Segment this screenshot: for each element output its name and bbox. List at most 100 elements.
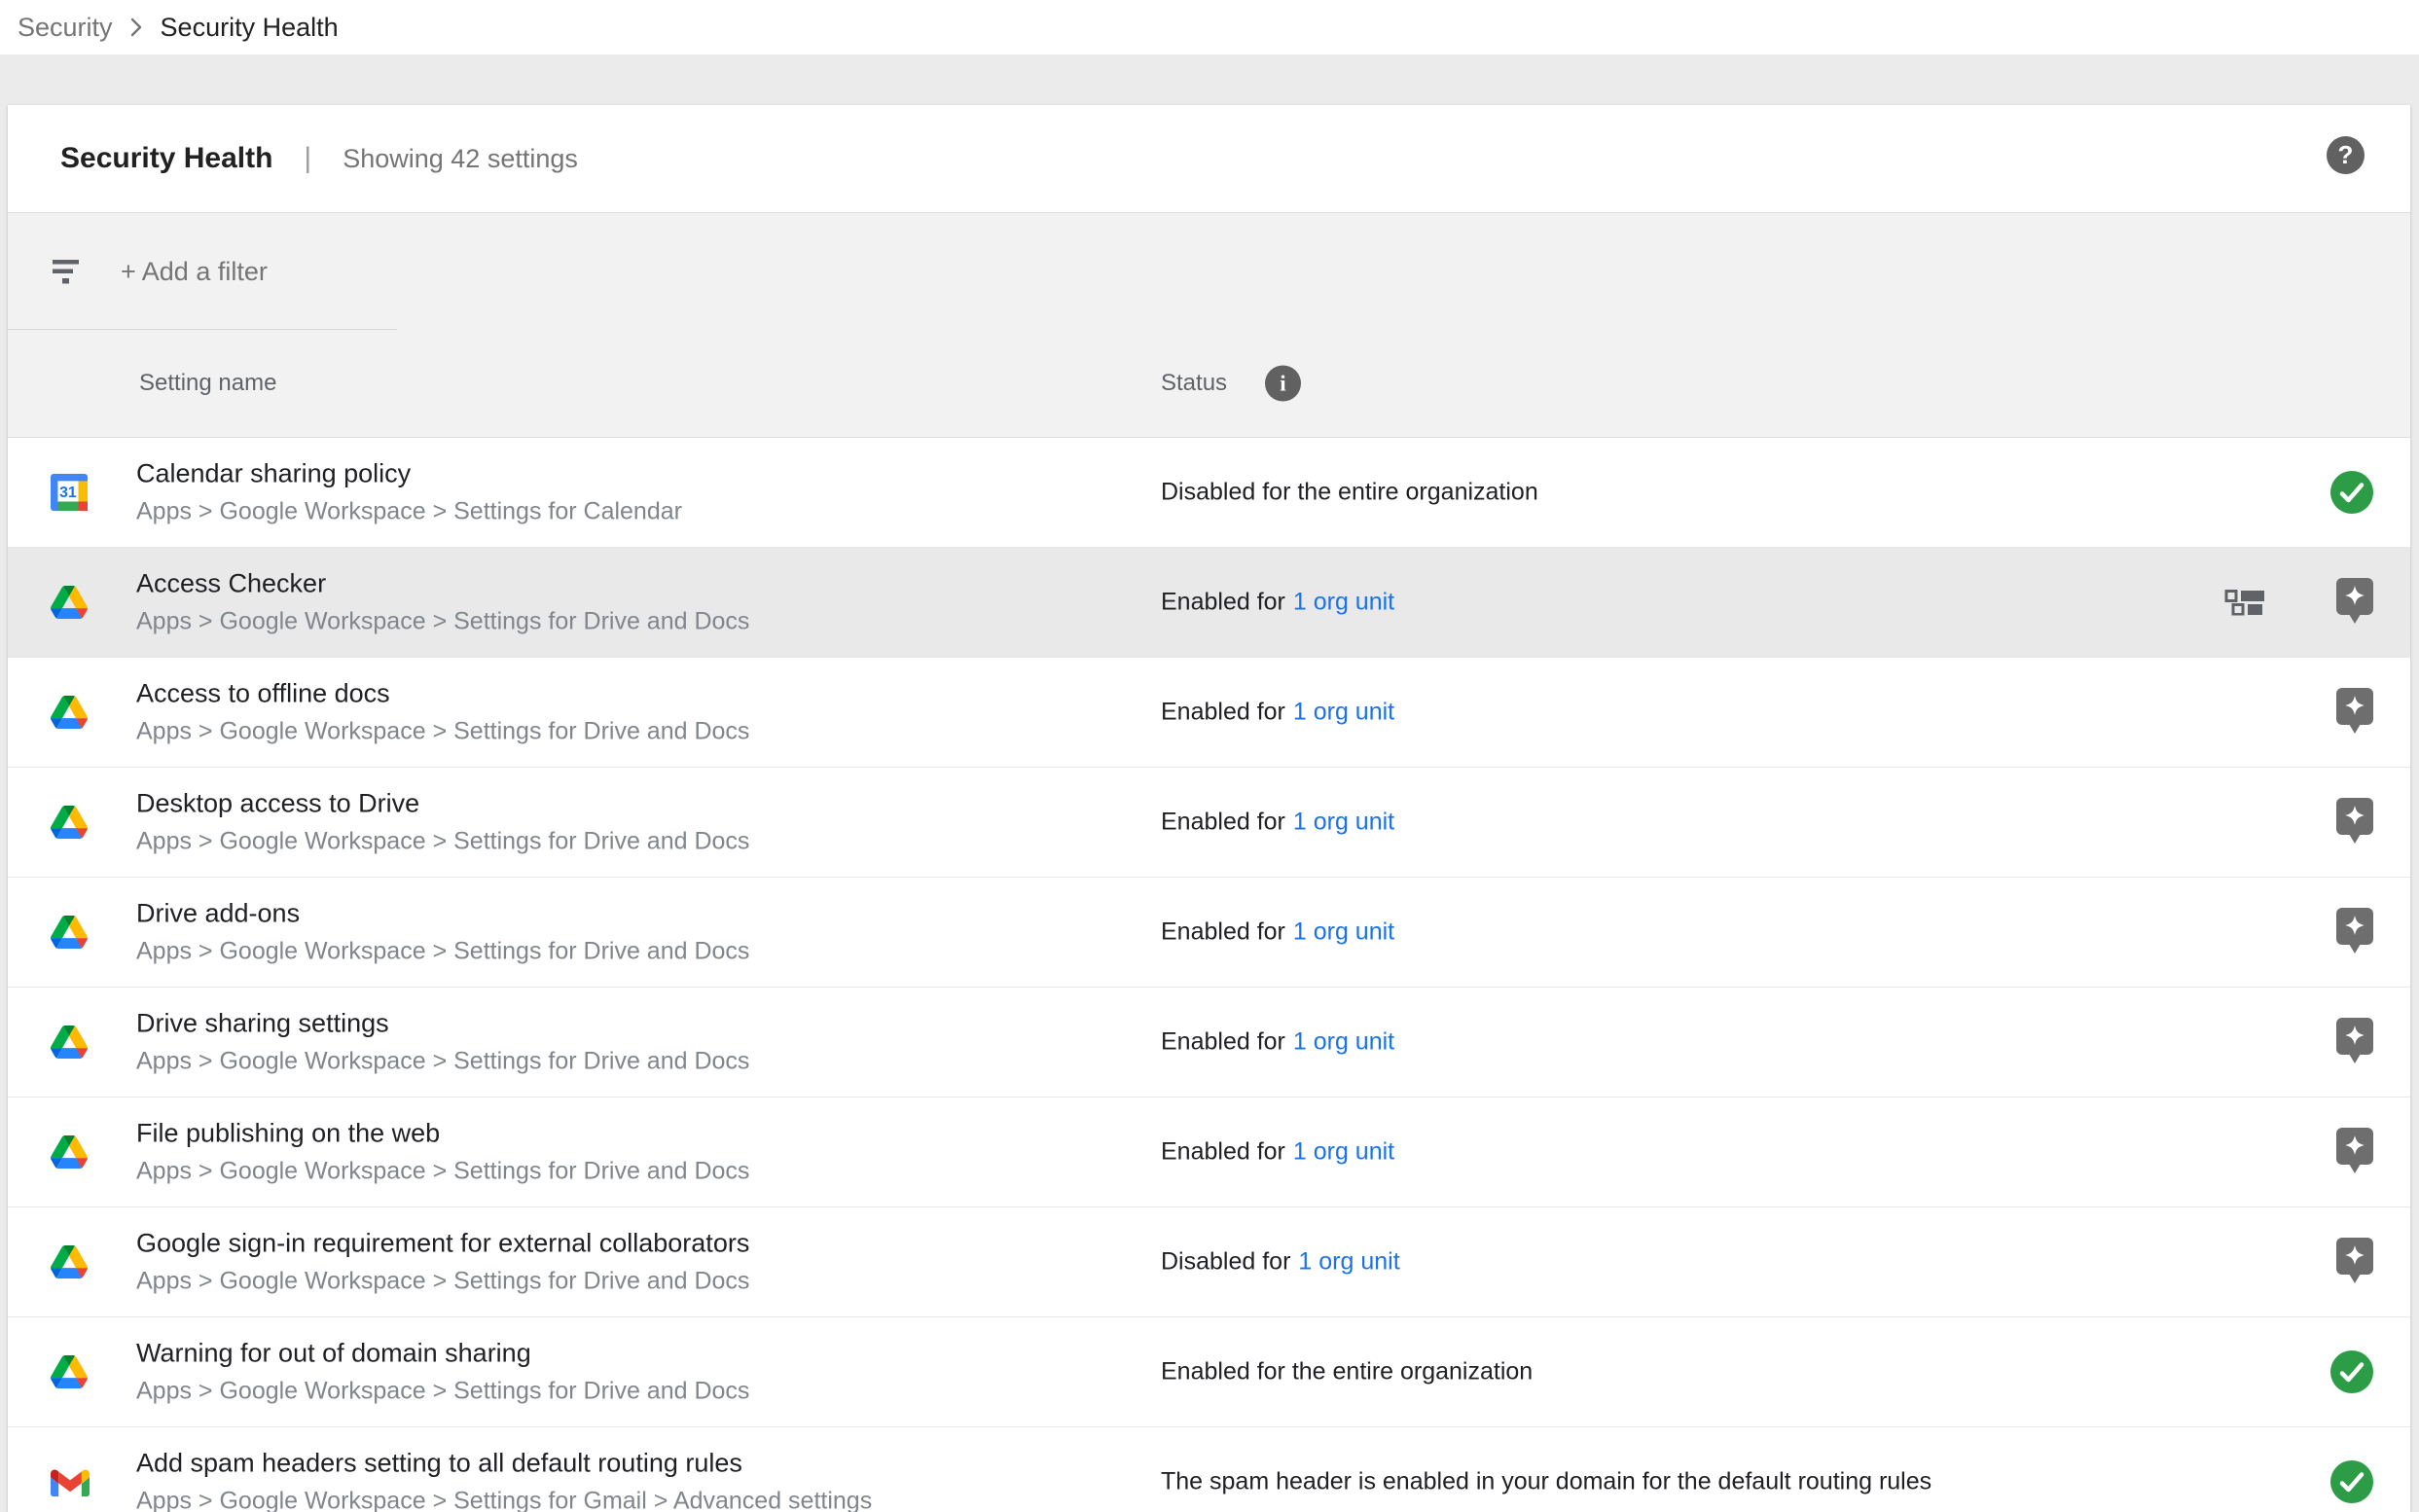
setting-name: File publishing on the web [136, 1119, 749, 1149]
help-icon[interactable]: ? [2327, 136, 2365, 174]
breadcrumb-chevron-icon [130, 17, 143, 38]
setting-path: Apps > Google Workspace > Settings for D… [136, 1158, 749, 1186]
setting-text: File publishing on the web Apps > Google… [136, 1119, 749, 1186]
setting-text: Drive add-ons Apps > Google Workspace > … [136, 899, 749, 966]
setting-row[interactable]: Add spam headers setting to all default … [8, 1427, 2410, 1512]
setting-row[interactable]: 31 Calendar sharing policy Apps > Google… [8, 438, 2410, 548]
status-text: Disabled for [1161, 1248, 1290, 1276]
status-text: Disabled for the entire organization [1161, 479, 1538, 506]
setting-status: Enabled for 1 org unit [1161, 809, 1394, 837]
setting-row[interactable]: File publishing on the web Apps > Google… [8, 1098, 2410, 1207]
setting-path: Apps > Google Workspace > Settings for D… [136, 1048, 749, 1076]
svg-text:31: 31 [59, 485, 77, 501]
drive-icon [51, 586, 88, 619]
org-unit-link[interactable]: 1 org unit [1293, 809, 1394, 836]
setting-row[interactable]: Drive sharing settings Apps > Google Wor… [8, 988, 2410, 1098]
setting-path: Apps > Google Workspace > Settings for D… [136, 718, 749, 746]
card-header: Security Health | Showing 42 settings ? [8, 105, 2410, 213]
setting-text: Drive sharing settings Apps > Google Wor… [136, 1009, 749, 1076]
setting-row[interactable]: Google sign-in requirement for external … [8, 1207, 2410, 1317]
status-text: The spam header is enabled in your domai… [1161, 1468, 1932, 1495]
setting-row[interactable]: Desktop access to Drive Apps > Google Wo… [8, 768, 2410, 878]
org-unit-link[interactable]: 1 org unit [1293, 1138, 1394, 1166]
org-unit-link[interactable]: 1 org unit [1293, 1028, 1394, 1056]
setting-status: Enabled for 1 org unit [1161, 699, 1394, 727]
org-units-icon [2224, 590, 2267, 616]
drive-icon [51, 1135, 88, 1169]
drive-icon [51, 1355, 88, 1388]
status-ok-check-icon [2330, 1350, 2373, 1393]
status-ok-check-icon [2330, 471, 2373, 514]
setting-status: Enabled for 1 org unit [1161, 1028, 1394, 1057]
setting-name: Add spam headers setting to all default … [136, 1449, 872, 1479]
setting-name: Desktop access to Drive [136, 789, 749, 819]
setting-path: Apps > Google Workspace > Settings for C… [136, 498, 682, 526]
calendar-icon: 31 [51, 474, 88, 511]
app-icon-slot [51, 916, 93, 949]
setting-path: Apps > Google Workspace > Settings for D… [136, 608, 749, 636]
setting-text: Access Checker Apps > Google Workspace >… [136, 569, 749, 636]
setting-status: Enabled for 1 org unit [1161, 1138, 1394, 1167]
recommendation-flag-icon[interactable] [2336, 1018, 2373, 1066]
status-text: Enabled for [1161, 699, 1285, 726]
setting-path: Apps > Google Workspace > Settings for D… [136, 828, 749, 856]
setting-row[interactable]: Access to offline docs Apps > Google Wor… [8, 658, 2410, 768]
setting-name: Drive sharing settings [136, 1009, 749, 1039]
status-text: Enabled for [1161, 809, 1285, 836]
setting-row[interactable]: Access Checker Apps > Google Workspace >… [8, 548, 2410, 658]
setting-row[interactable]: Warning for out of domain sharing Apps >… [8, 1317, 2410, 1427]
app-icon-slot [51, 1467, 93, 1496]
app-icon-slot [51, 1135, 93, 1169]
page-title: Security Health [60, 142, 272, 175]
security-health-card: Security Health | Showing 42 settings ? … [8, 105, 2410, 1512]
gmail-icon [51, 1467, 90, 1496]
recommendation-flag-icon[interactable] [2336, 1238, 2373, 1286]
add-filter-button[interactable]: + Add a filter [121, 257, 268, 287]
settings-list: 31 Calendar sharing policy Apps > Google… [8, 438, 2410, 1512]
setting-text: Warning for out of domain sharing Apps >… [136, 1339, 749, 1406]
drive-icon [51, 916, 88, 949]
setting-path: Apps > Google Workspace > Settings for D… [136, 938, 749, 966]
recommendation-flag-icon[interactable] [2336, 1128, 2373, 1176]
status-text: Enabled for [1161, 1028, 1285, 1056]
setting-status: Enabled for the entire organization [1161, 1358, 1533, 1386]
setting-row[interactable]: Drive add-ons Apps > Google Workspace > … [8, 878, 2410, 988]
setting-name: Warning for out of domain sharing [136, 1339, 749, 1369]
status-text: Enabled for [1161, 918, 1285, 946]
setting-text: Calendar sharing policy Apps > Google Wo… [136, 459, 682, 526]
app-icon-slot [51, 586, 93, 619]
setting-name: Access to offline docs [136, 679, 749, 709]
setting-status: Disabled for 1 org unit [1161, 1248, 1400, 1277]
setting-text: Access to offline docs Apps > Google Wor… [136, 679, 749, 746]
setting-status: Enabled for 1 org unit [1161, 589, 1394, 617]
setting-text: Desktop access to Drive Apps > Google Wo… [136, 789, 749, 856]
breadcrumb-current: Security Health [161, 13, 339, 43]
recommendation-flag-icon[interactable] [2336, 908, 2373, 956]
column-status: Status [1161, 370, 1227, 397]
status-text: Enabled for the entire organization [1161, 1358, 1533, 1386]
org-unit-link[interactable]: 1 org unit [1298, 1248, 1399, 1276]
org-unit-link[interactable]: 1 org unit [1293, 918, 1394, 946]
setting-name: Calendar sharing policy [136, 459, 682, 489]
title-separator: | [304, 142, 311, 175]
org-unit-link[interactable]: 1 org unit [1293, 699, 1394, 726]
setting-path: Apps > Google Workspace > Settings for D… [136, 1268, 749, 1296]
filter-icon[interactable] [53, 260, 80, 284]
breadcrumb-security-link[interactable]: Security [18, 13, 113, 43]
org-unit-link[interactable]: 1 org unit [1293, 589, 1394, 616]
app-icon-slot [51, 806, 93, 839]
setting-path: Apps > Google Workspace > Settings for D… [136, 1378, 749, 1406]
setting-path: Apps > Google Workspace > Settings for G… [136, 1488, 872, 1512]
drive-icon [51, 1245, 88, 1278]
drive-icon [51, 806, 88, 839]
info-icon[interactable]: i [1265, 366, 1301, 402]
status-text: Enabled for [1161, 1138, 1285, 1166]
setting-status: The spam header is enabled in your domai… [1161, 1468, 1932, 1496]
setting-text: Add spam headers setting to all default … [136, 1449, 872, 1512]
recommendation-flag-icon[interactable] [2336, 578, 2373, 627]
status-text: Enabled for [1161, 589, 1285, 616]
recommendation-flag-icon[interactable] [2336, 798, 2373, 846]
column-setting-name: Setting name [139, 370, 276, 397]
recommendation-flag-icon[interactable] [2336, 688, 2373, 737]
setting-status: Enabled for 1 org unit [1161, 918, 1394, 947]
